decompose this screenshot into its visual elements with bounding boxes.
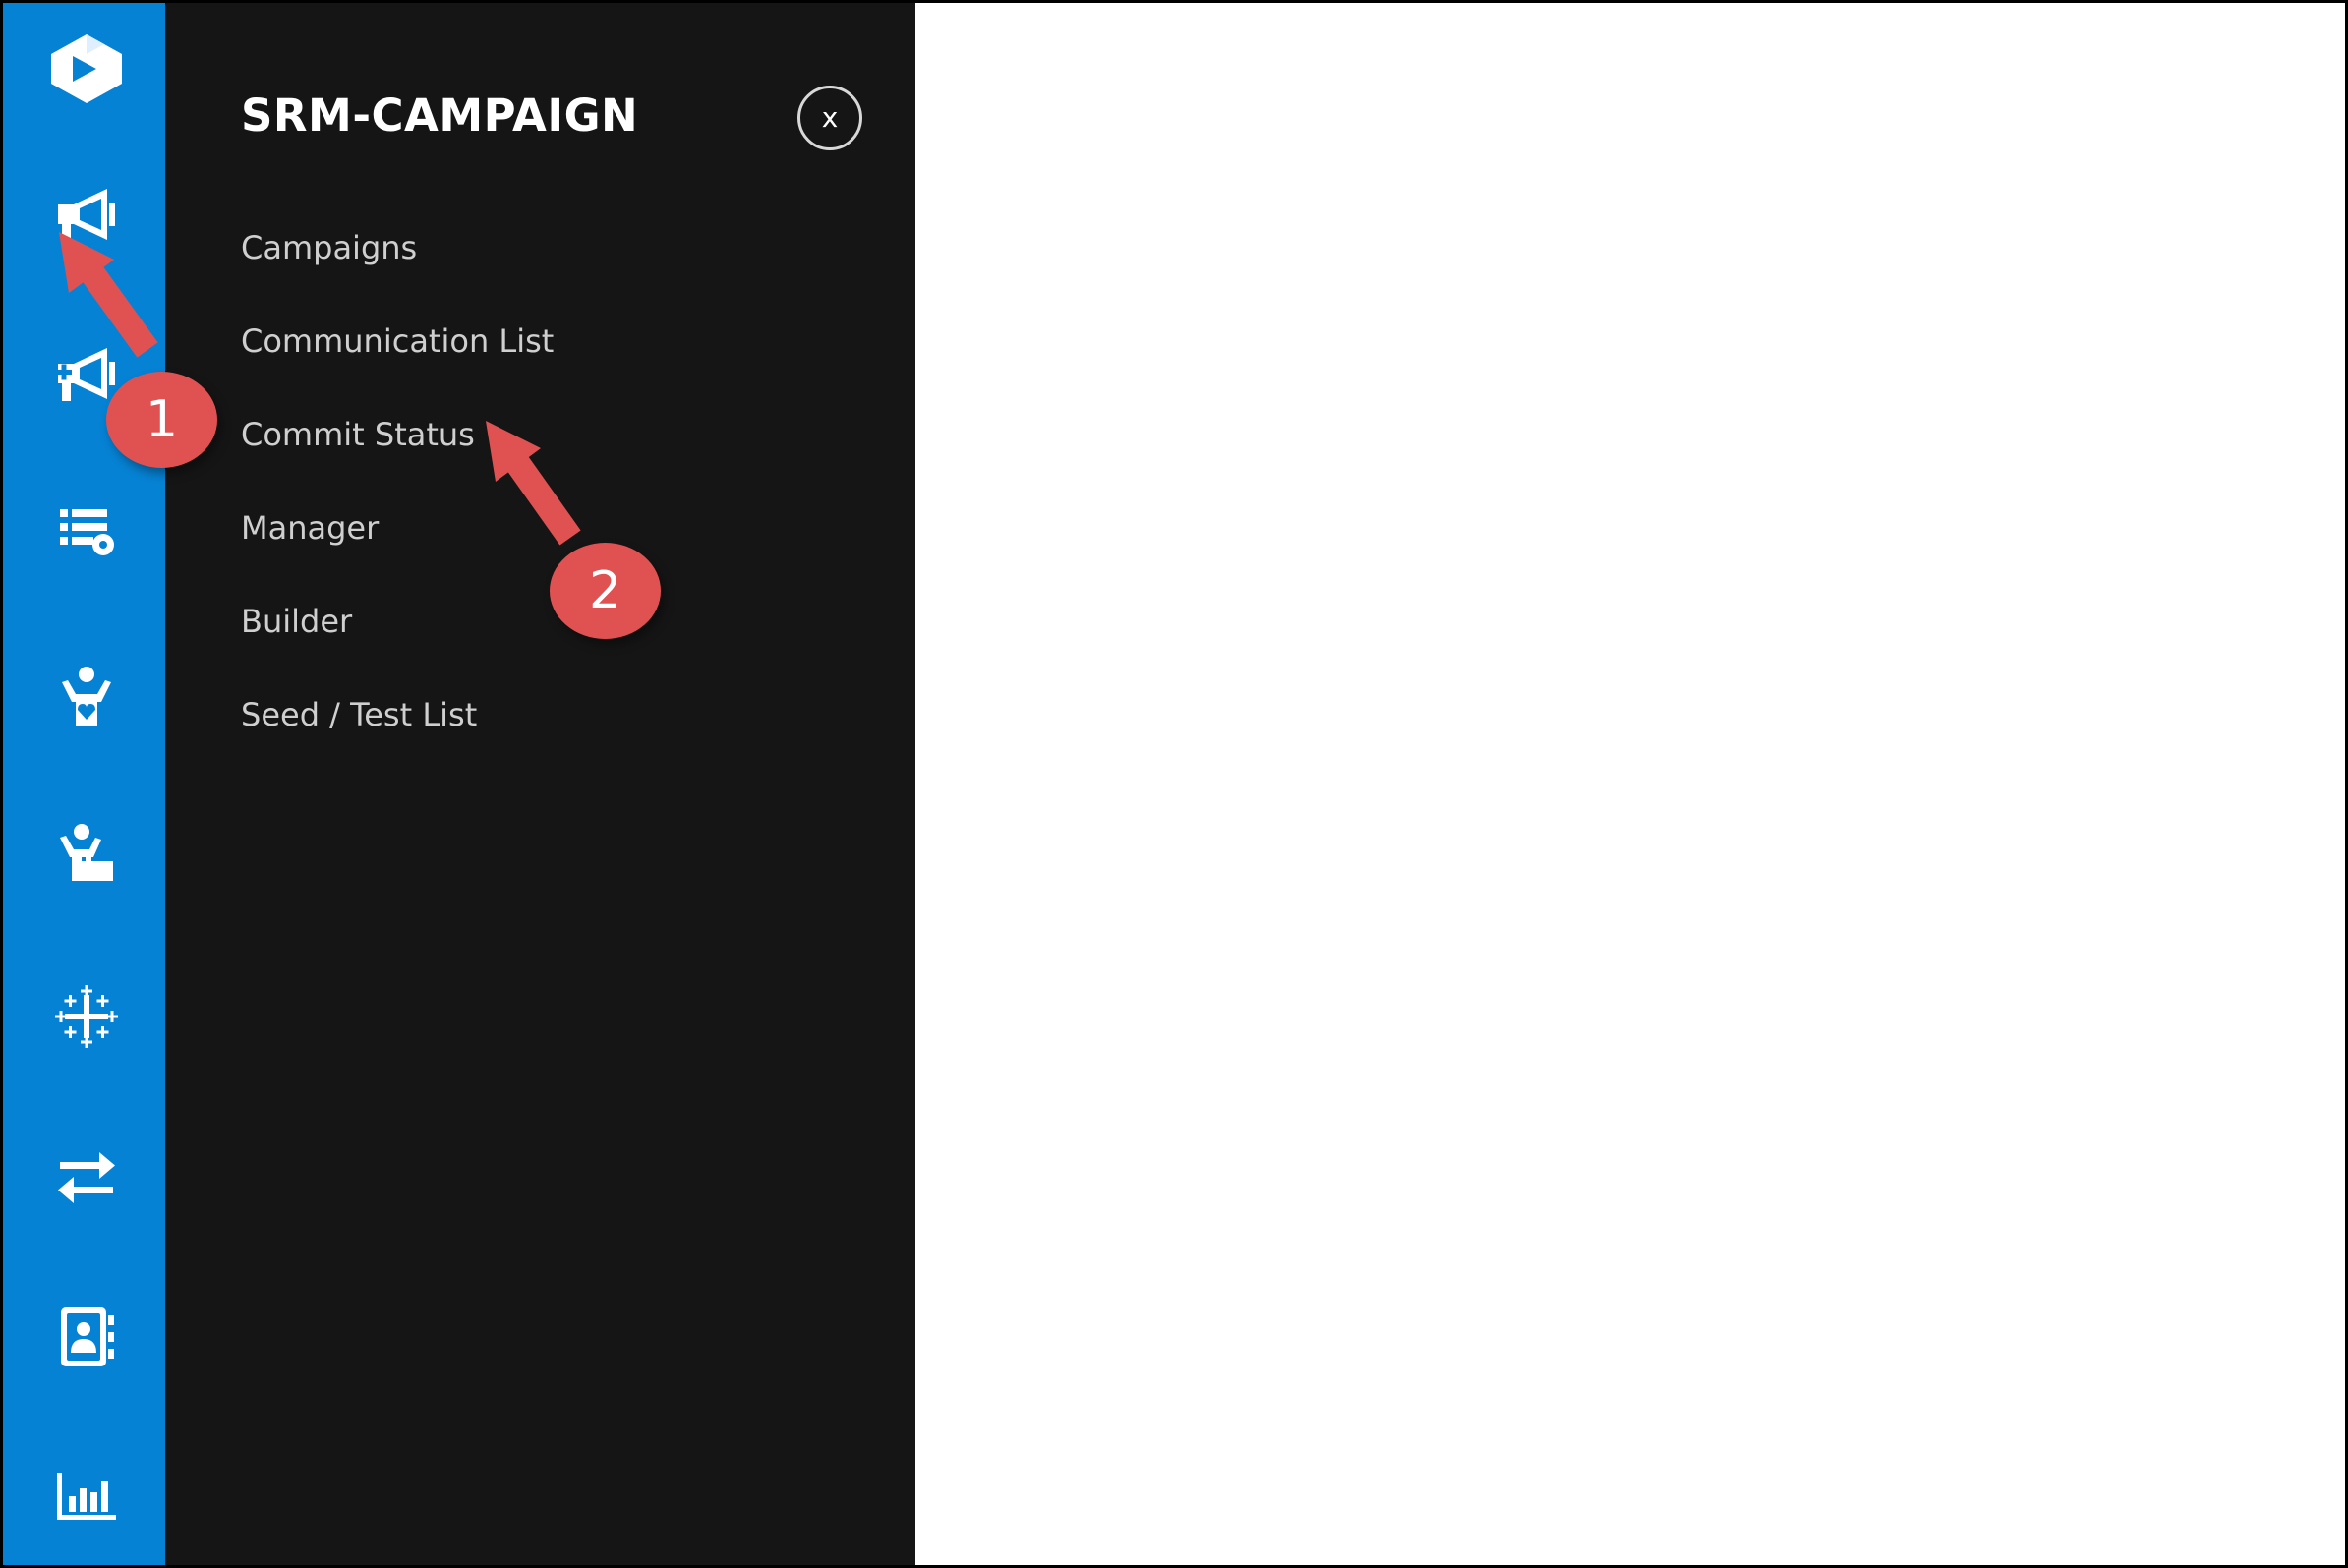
menu-item-builder[interactable]: Builder xyxy=(241,603,352,640)
panel-title: SRM-CAMPAIGN xyxy=(241,89,639,142)
annotation-callout-2: 2 xyxy=(550,543,661,639)
contacts-book-icon[interactable] xyxy=(42,1293,131,1381)
tableau-icon[interactable] xyxy=(42,972,131,1061)
main-content-area xyxy=(915,3,2345,1565)
campaign-menu-panel: SRM-CAMPAIGN x Campaigns Communication L… xyxy=(165,3,915,1565)
donor-care-icon[interactable] xyxy=(42,652,131,740)
menu-item-campaigns[interactable]: Campaigns xyxy=(241,229,417,266)
menu-item-manager[interactable]: Manager xyxy=(241,509,379,547)
transfer-arrows-icon[interactable] xyxy=(42,1133,131,1222)
annotation-callout-1: 1 xyxy=(106,372,217,468)
app-window: SRM-CAMPAIGN x Campaigns Communication L… xyxy=(0,0,2348,1568)
list-settings-icon[interactable] xyxy=(42,487,131,575)
campaign-megaphone-icon[interactable] xyxy=(42,172,131,261)
bar-chart-icon[interactable] xyxy=(42,1452,131,1540)
close-button[interactable]: x xyxy=(797,86,862,150)
menu-item-commit-status[interactable]: Commit Status xyxy=(241,416,475,453)
menu-item-seed-test-list[interactable]: Seed / Test List xyxy=(241,696,477,733)
menu-item-communication-list[interactable]: Communication List xyxy=(241,322,554,360)
logo-icon[interactable] xyxy=(42,25,131,113)
icon-rail xyxy=(3,3,165,1565)
close-icon: x xyxy=(821,101,839,134)
volunteer-icon[interactable] xyxy=(42,809,131,898)
